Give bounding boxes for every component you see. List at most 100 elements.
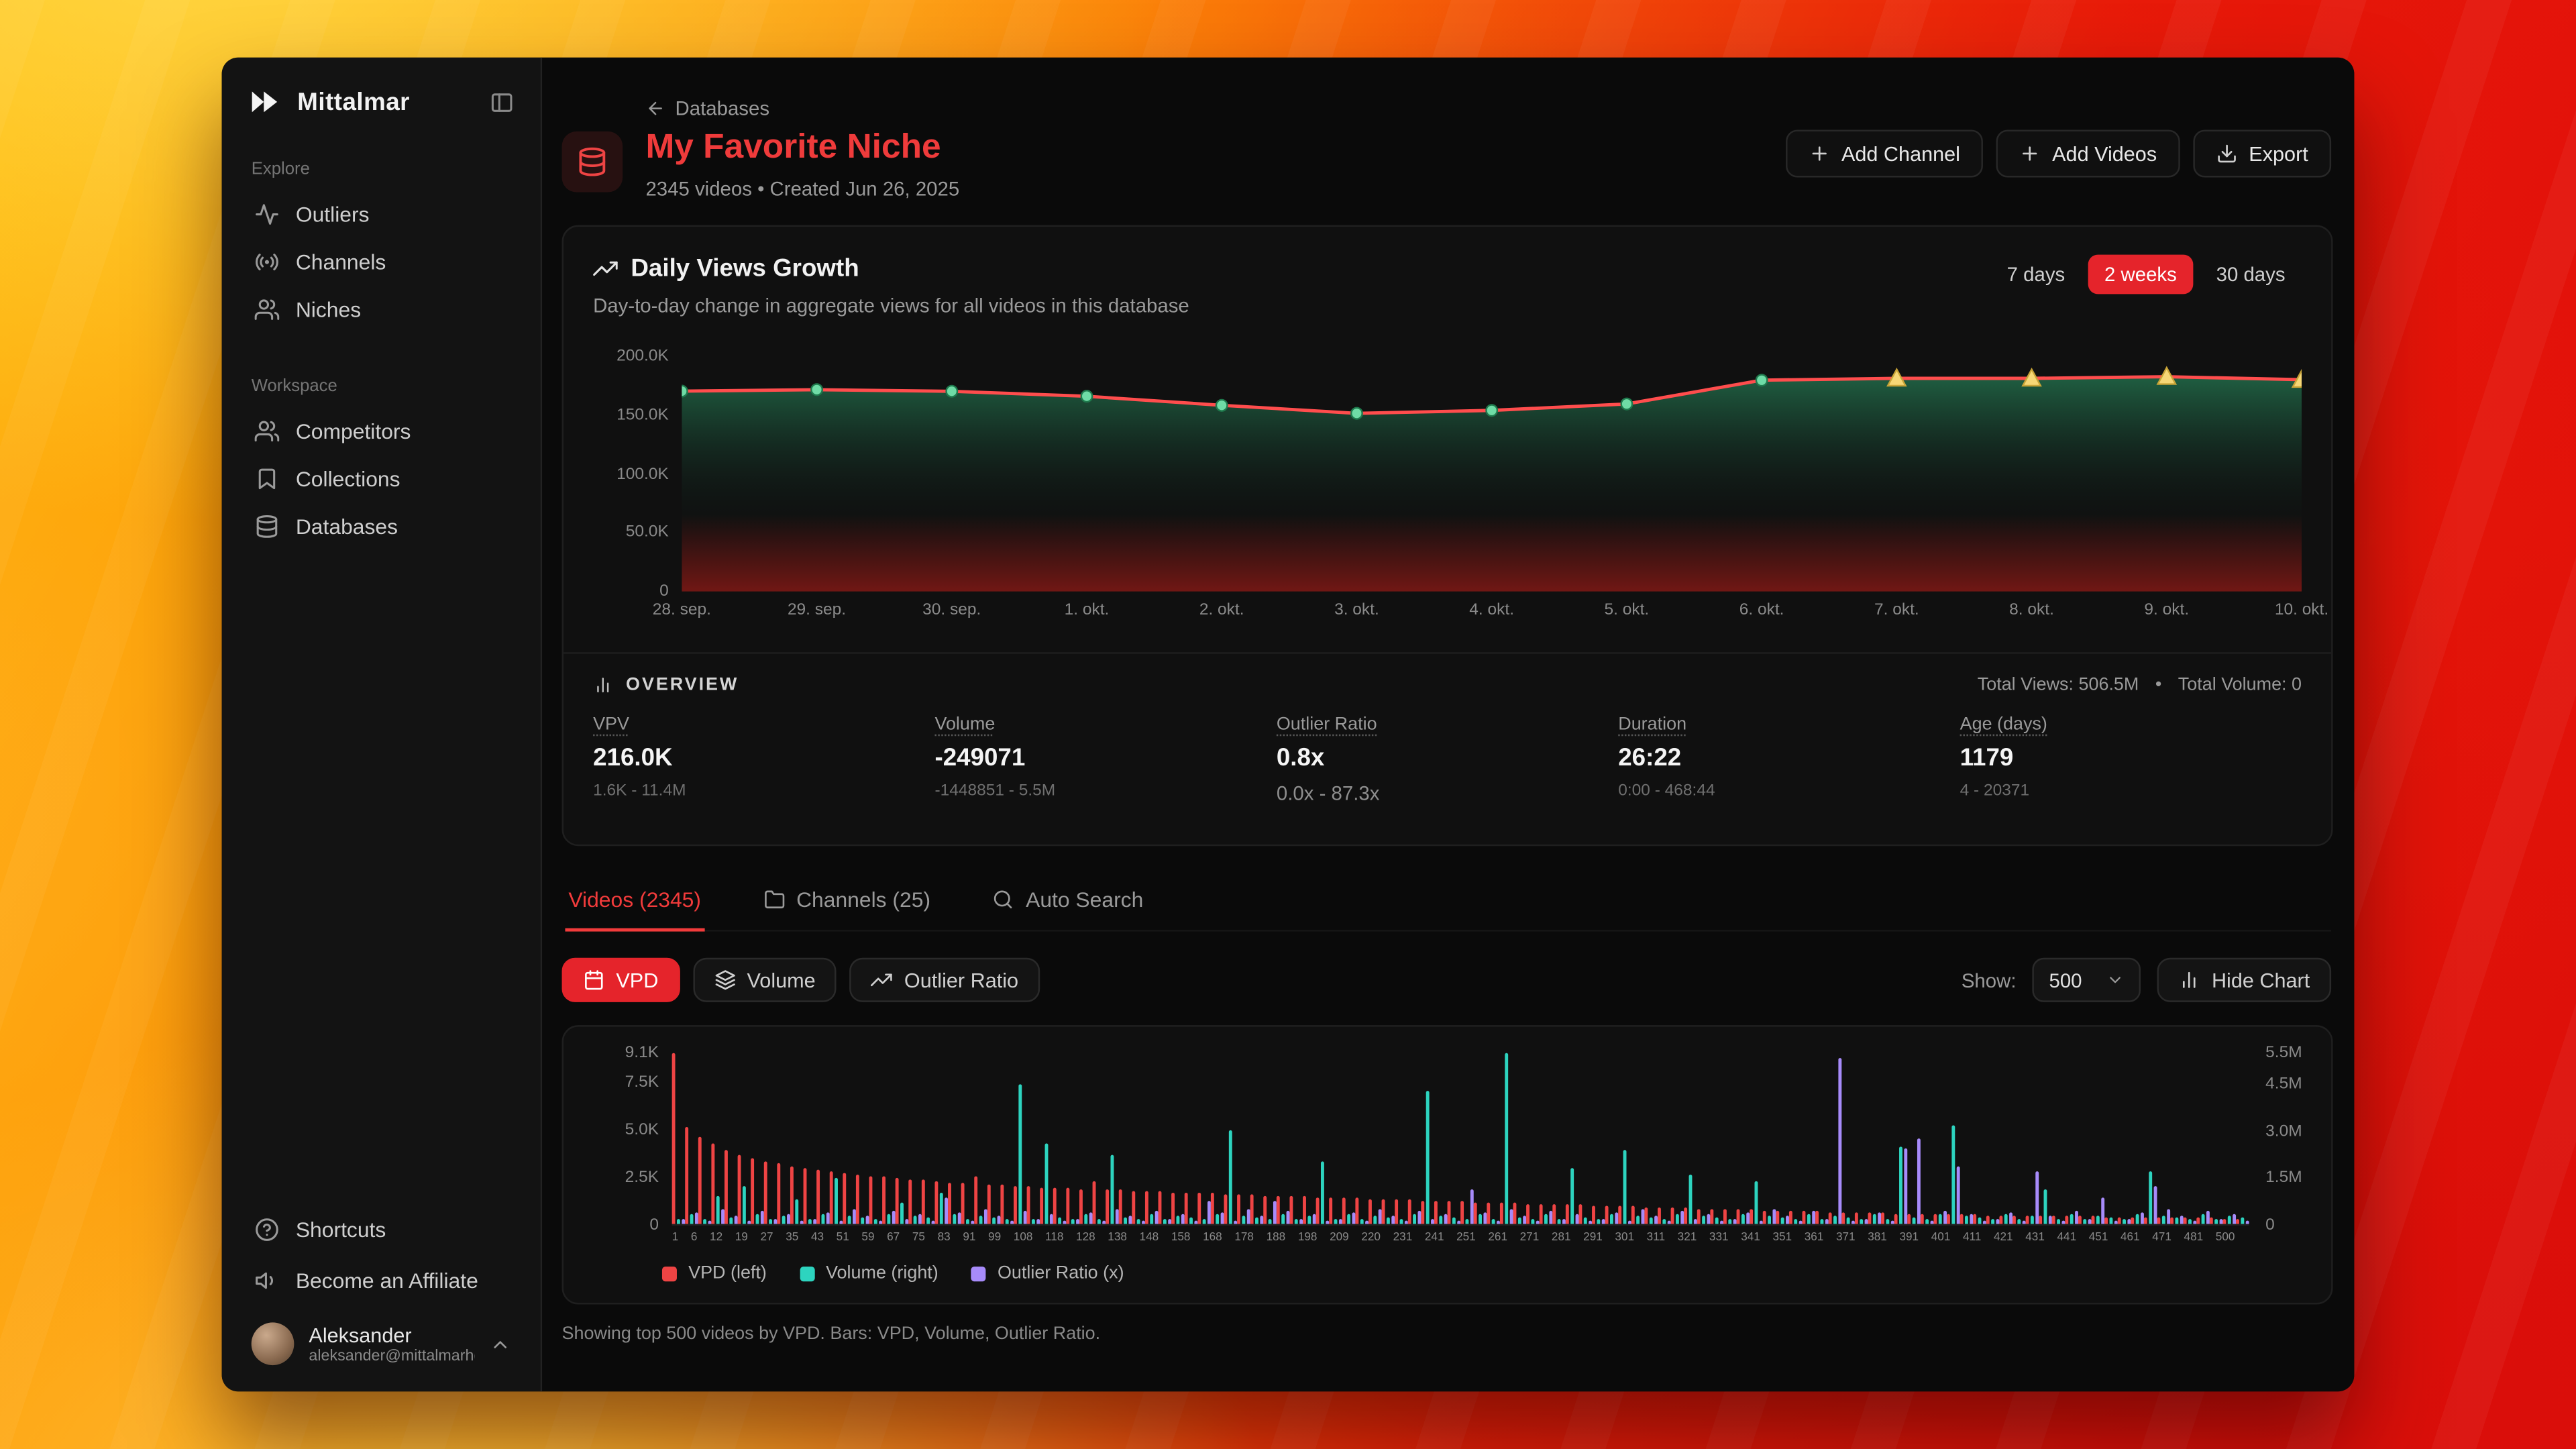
sidebar-item-shortcuts[interactable]: Shortcuts <box>241 1204 521 1255</box>
vpd-bar <box>1631 1206 1635 1224</box>
bar-cluster <box>1263 1053 1277 1224</box>
vpd-bar <box>1578 1205 1582 1224</box>
search-icon <box>993 889 1014 910</box>
sidebar-item-collections[interactable]: Collections <box>241 455 521 502</box>
bar-cluster <box>2157 1053 2171 1224</box>
bar-cluster <box>2078 1053 2092 1224</box>
volume-bar <box>1229 1131 1232 1224</box>
sidebar-section-label: Explore <box>241 160 521 191</box>
sidebar-item-outliers[interactable]: Outliers <box>241 191 521 238</box>
vpd-bar <box>1592 1205 1595 1224</box>
bar-cluster <box>1710 1053 1723 1224</box>
range-button-7-days[interactable]: 7 days <box>1990 255 2082 294</box>
bar-cluster <box>1159 1053 1172 1224</box>
x-axis-tick: 500 <box>2216 1232 2235 1244</box>
show-count-select[interactable]: 500 <box>2033 958 2141 1002</box>
y-axis-tick: 0 <box>659 582 669 600</box>
x-axis-tick: 331 <box>1709 1232 1729 1244</box>
users-icon <box>255 419 280 443</box>
overview-totals: Total Views: 506.5M • Total Volume: 0 <box>1978 676 2302 695</box>
vpd-bar <box>1881 1213 1884 1224</box>
y-axis-tick: 100.0K <box>616 465 669 483</box>
vpd-bar <box>1841 1212 1845 1224</box>
app-window: Mittalmar ExploreOutliersChannelsNichesW… <box>222 58 2355 1392</box>
button-label: Add Channel <box>1841 142 1960 165</box>
vpd-bar <box>2118 1217 2121 1224</box>
x-axis-tick: 27 <box>760 1232 773 1244</box>
tab-videos-2345[interactable]: Videos (2345) <box>565 887 704 930</box>
volume-bar <box>1387 1218 1390 1224</box>
volume-bar <box>1570 1168 1574 1224</box>
export-button[interactable]: Export <box>2193 129 2331 177</box>
bar-cluster <box>1277 1053 1290 1224</box>
stat-label: Volume <box>934 714 1276 734</box>
sidebar-toggle-icon[interactable] <box>490 89 515 114</box>
volume-bar <box>729 1218 733 1224</box>
volume-bar <box>1676 1215 1679 1224</box>
range-button-30-days[interactable]: 30 days <box>2200 255 2302 294</box>
sidebar-item-competitors[interactable]: Competitors <box>241 407 521 455</box>
volume-bar <box>756 1215 759 1224</box>
sidebar-item-niches[interactable]: Niches <box>241 286 521 333</box>
tab-auto-search[interactable]: Auto Search <box>989 887 1146 930</box>
volume-bar <box>1216 1214 1219 1224</box>
add-channel-button[interactable]: Add Channel <box>1786 129 1984 177</box>
volume-bar <box>743 1187 746 1224</box>
x-axis-tick: 118 <box>1045 1232 1063 1244</box>
chart-legend: VPD (left)Volume (right)Outlier Ratio (x… <box>662 1263 2305 1283</box>
bar-cluster <box>2170 1053 2184 1224</box>
vpd-bar <box>1159 1191 1162 1224</box>
x-axis-tick: 9. okt. <box>2144 601 2189 619</box>
range-button-2-weeks[interactable]: 2 weeks <box>2088 255 2194 294</box>
x-axis-tick: 3. okt. <box>1334 601 1379 619</box>
add-videos-button[interactable]: Add Videos <box>1996 129 2180 177</box>
vpd-metric-button[interactable]: VPD <box>562 958 680 1002</box>
x-axis-tick: 261 <box>1488 1232 1507 1244</box>
database-icon <box>255 515 280 539</box>
vpd-bar <box>1868 1213 1871 1224</box>
volume-metric-button[interactable]: Volume <box>693 958 837 1002</box>
vpd-bar <box>830 1172 833 1224</box>
volume-bar <box>992 1218 996 1224</box>
volume-bar <box>1860 1218 1863 1224</box>
bar-cluster <box>1921 1053 1934 1224</box>
x-axis-tick: 28. sep. <box>653 601 711 619</box>
bar-plot[interactable] <box>672 1053 2249 1226</box>
volume-bar <box>1899 1146 1902 1224</box>
volume-bar <box>953 1214 956 1224</box>
tab-channels-25[interactable]: Channels (25) <box>760 887 934 930</box>
sidebar-item-channels[interactable]: Channels <box>241 238 521 286</box>
line-chart-x-axis: 28. sep.29. sep.30. sep.1. okt.2. okt.3.… <box>682 601 2302 629</box>
volume-bar <box>914 1216 917 1224</box>
bar-chart-right-axis: 5.5M4.5M3.0M1.5M0 <box>2249 1053 2318 1226</box>
y-axis-tick: 0 <box>649 1216 659 1234</box>
vpd-bar <box>2236 1218 2239 1224</box>
line-chart-plot[interactable] <box>682 350 2302 595</box>
bar-cluster <box>2012 1053 2026 1224</box>
vpd-bar <box>777 1164 780 1224</box>
outlier-ratio-metric-button[interactable]: Outlier Ratio <box>850 958 1040 1002</box>
x-axis-tick: 461 <box>2121 1232 2140 1244</box>
sidebar-item-databases[interactable]: Databases <box>241 502 521 550</box>
volume-bar <box>1479 1214 1482 1224</box>
bar-cluster <box>1106 1053 1119 1224</box>
user-name: Aleksander <box>309 1324 474 1346</box>
vpd-bar <box>2104 1217 2108 1224</box>
bar-cluster <box>987 1053 1001 1224</box>
bar-cluster <box>738 1053 751 1224</box>
legend-swatch <box>800 1266 814 1281</box>
plus-icon <box>1809 143 1830 164</box>
hide-chart-button[interactable]: Hide Chart <box>2157 958 2331 1002</box>
y-axis-tick: 3.0M <box>2265 1122 2302 1140</box>
button-label: Volume <box>747 969 816 991</box>
sidebar-item-affiliate[interactable]: Become an Affiliate <box>241 1255 521 1306</box>
bar-cluster <box>948 1053 961 1224</box>
daily-views-growth-card: Daily Views Growth Day-to-day change in … <box>562 225 2333 847</box>
user-menu[interactable]: Aleksander aleksander@mittalmarhq.... <box>241 1306 521 1372</box>
volume-bar <box>1006 1220 1009 1224</box>
bar-cluster <box>1803 1053 1816 1224</box>
breadcrumb[interactable]: Databases <box>645 97 959 119</box>
vpd-bar <box>1552 1204 1556 1224</box>
bar-cluster <box>1421 1053 1434 1224</box>
vpd-bar <box>1710 1209 1713 1224</box>
